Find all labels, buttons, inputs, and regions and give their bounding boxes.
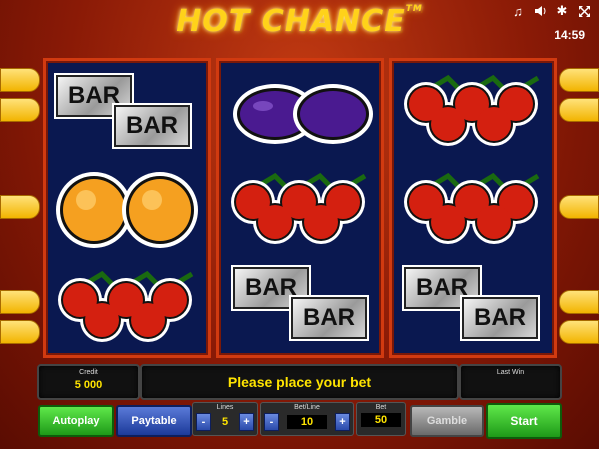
line-marker — [559, 290, 599, 314]
line-marker — [0, 320, 40, 344]
last-win-label: Last Win — [496, 369, 525, 376]
top-toolbar: ♫ ✱ — [511, 3, 591, 19]
line-marker — [559, 68, 599, 92]
plum-icon — [233, 84, 373, 144]
credit-panel: Credit 5 000 — [37, 364, 140, 400]
symbol-cherry — [46, 257, 208, 355]
start-button[interactable]: Start — [486, 403, 562, 439]
line-marker — [0, 68, 40, 92]
lines-control: Lines - 5 + — [192, 402, 258, 436]
cherry-icon — [404, 172, 540, 244]
line-marker — [559, 98, 599, 122]
bar-symbol-tile: BAR — [289, 295, 369, 341]
bet-value: 50 — [361, 413, 401, 427]
reel-3: BAR BAR — [389, 58, 557, 358]
clock: 14:59 — [554, 28, 585, 42]
reel-2: BAR BAR — [216, 58, 384, 358]
bet-line-value: 10 — [286, 415, 328, 429]
cherry-icon — [58, 270, 194, 342]
line-marker — [559, 195, 599, 219]
symbol-plum — [219, 61, 381, 159]
bet-line-plus-button[interactable]: + — [335, 413, 350, 431]
bet-control: Bet 50 — [356, 402, 406, 436]
line-marker — [0, 98, 40, 122]
sound-icon[interactable] — [533, 4, 547, 18]
symbol-orange — [46, 159, 208, 257]
reel-1: BAR BAR — [43, 58, 211, 358]
status-message: Please place your bet — [227, 374, 372, 390]
symbol-cherry — [392, 159, 554, 257]
fullscreen-icon[interactable] — [577, 4, 591, 18]
trademark: TM — [405, 4, 423, 14]
bet-line-control: Bet/Line - 10 + — [260, 402, 354, 436]
paytable-button[interactable]: Paytable — [116, 405, 192, 437]
line-marker — [559, 320, 599, 344]
game-title: HOT CHANCETM — [176, 4, 423, 39]
symbol-cherry — [219, 159, 381, 257]
gamble-button[interactable]: Gamble — [410, 405, 484, 437]
last-win-panel: Last Win — [459, 364, 562, 400]
message-panel: Please place your bet — [140, 364, 459, 400]
settings-icon[interactable]: ✱ — [555, 3, 569, 18]
lines-label: Lines — [216, 404, 234, 411]
orange-icon — [56, 172, 198, 248]
cherry-icon — [404, 74, 540, 146]
symbol-bar: BAR BAR — [392, 257, 554, 355]
lines-minus-button[interactable]: - — [196, 413, 211, 431]
bet-label: Bet — [375, 404, 387, 411]
credit-label: Credit — [79, 369, 98, 376]
cherry-icon — [231, 172, 367, 244]
symbol-bar: BAR BAR — [46, 61, 208, 159]
bar-symbol-tile: BAR — [112, 103, 192, 149]
symbol-bar: BAR BAR — [219, 257, 381, 355]
symbol-cherry — [392, 61, 554, 159]
lines-value: 5 — [221, 416, 229, 428]
bet-line-label: Bet/Line — [294, 404, 320, 411]
bar-symbol-tile: BAR — [460, 295, 540, 341]
bet-line-minus-button[interactable]: - — [264, 413, 279, 431]
lines-plus-button[interactable]: + — [239, 413, 254, 431]
autoplay-button[interactable]: Autoplay — [38, 405, 114, 437]
line-marker — [0, 290, 40, 314]
credit-value: 5 000 — [74, 379, 103, 391]
music-icon[interactable]: ♫ — [511, 4, 525, 19]
line-marker — [0, 195, 40, 219]
